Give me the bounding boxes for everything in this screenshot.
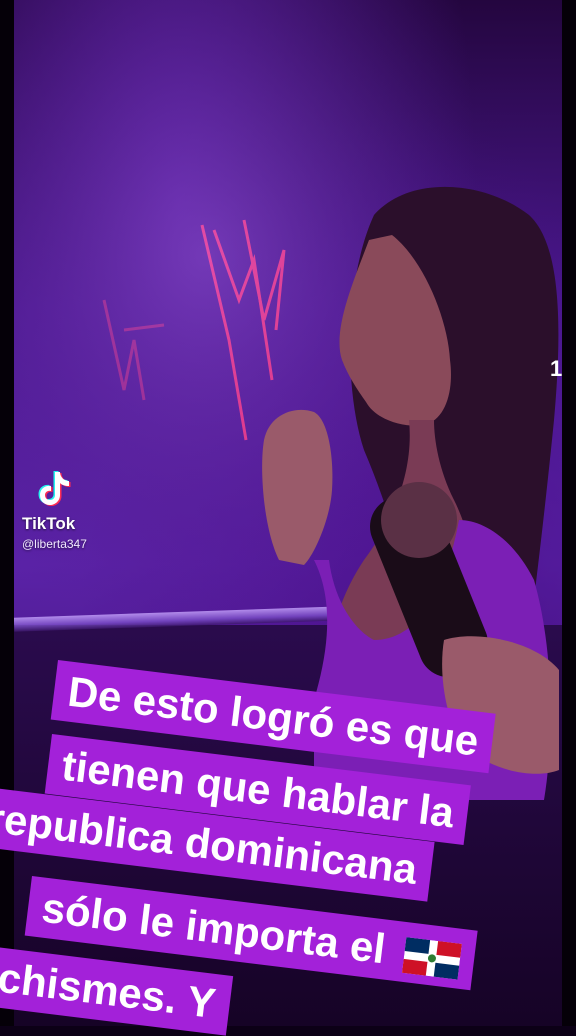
tiktok-brand-label: TikTok (22, 514, 76, 533)
video-frame[interactable]: TikTok @liberta347 (14, 0, 562, 1026)
letterbox-left (0, 0, 14, 1026)
tiktok-watermark: TikTok @liberta347 (22, 468, 112, 551)
edge-overlay-text: 1 (550, 356, 562, 381)
tiktok-note-icon (38, 471, 71, 506)
letterbox-right (562, 0, 576, 1026)
tiktok-username: @liberta347 (22, 537, 87, 551)
